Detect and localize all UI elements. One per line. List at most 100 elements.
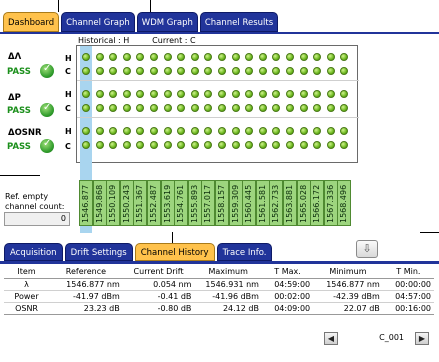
row-separator <box>77 80 359 81</box>
table-cell: 22.07 dB <box>313 302 383 315</box>
status-indicator <box>313 67 322 75</box>
table-header-row: Item Reference Current Drift Maximum T M… <box>4 266 434 279</box>
status-indicator <box>122 67 131 75</box>
legend-label: Historical : H Current : C <box>78 36 196 45</box>
table-cell: -41.97 dBm <box>49 290 123 303</box>
historical-label: Historical : H <box>78 36 130 45</box>
status-indicator <box>313 141 322 149</box>
status-indicator <box>326 53 335 61</box>
channel-item[interactable]: 1566.172 <box>310 180 325 226</box>
row-label-h: H <box>65 90 72 99</box>
ref-empty-count-field[interactable]: 0 <box>4 212 70 226</box>
status-indicator <box>245 67 254 75</box>
status-indicator <box>326 90 335 98</box>
channel-item[interactable]: 1557.017 <box>201 180 216 226</box>
status-indicator <box>136 90 145 98</box>
check-circle-icon <box>40 138 54 153</box>
table-cell: OSNR <box>4 302 50 315</box>
status-indicator <box>163 67 172 75</box>
channel-item[interactable]: 1555.893 <box>187 180 202 226</box>
status-indicator <box>109 141 118 149</box>
channel-wavelength-label: 1558.157 <box>217 184 226 223</box>
channel-wavelength-label: 1549.868 <box>94 184 104 223</box>
channel-item[interactable]: 1565.028 <box>296 180 311 226</box>
channel-item[interactable]: 1554.761 <box>174 180 189 226</box>
status-indicator <box>231 104 240 112</box>
status-indicator <box>245 90 254 98</box>
status-indicator <box>190 53 199 61</box>
tab-acquisition[interactable]: Acquisition <box>4 243 63 261</box>
channel-item[interactable]: 1558.157 <box>215 180 229 226</box>
status-indicator <box>340 127 349 135</box>
tab-channel-history[interactable]: Channel History <box>134 243 215 261</box>
top-bar: Dashboard Channel Graph WDM Graph Channe… <box>0 0 439 48</box>
channel-item[interactable]: 1563.881 <box>283 180 297 226</box>
table-row: Power -41.97 dBm -0.41 dB -41.96 dBm 00:… <box>4 290 434 303</box>
channel-history-table: Item Reference Current Drift Maximum T M… <box>4 266 434 315</box>
tab-drift-settings[interactable]: Drift Settings <box>64 243 133 261</box>
status-indicator <box>313 127 322 135</box>
channel-wavelength-label: 1550.243 <box>121 184 131 223</box>
status-indicator <box>272 104 281 112</box>
status-indicator <box>109 53 118 61</box>
status-indicator <box>163 141 172 149</box>
channel-item[interactable]: 1567.336 <box>323 180 338 226</box>
table-cell: -0.41 dB <box>122 290 195 303</box>
status-indicator <box>190 104 199 112</box>
status-indicator <box>82 104 90 112</box>
table-cell: -0.80 dB <box>122 302 195 315</box>
status-indicator <box>95 104 104 112</box>
status-indicator <box>218 90 226 98</box>
status-indicator <box>82 67 90 75</box>
status-indicator <box>245 104 254 112</box>
status-indicator <box>286 53 294 61</box>
column-header: T Min. <box>382 266 434 279</box>
table-cell: 04:59:00 <box>261 278 314 291</box>
scroll-down-button[interactable]: ⇩ <box>356 240 378 258</box>
channel-item[interactable]: 1559.309 <box>228 180 243 226</box>
tab-trace-info[interactable]: Trace Info. <box>216 243 273 261</box>
status-indicator <box>122 104 131 112</box>
tab-channel-graph[interactable]: Channel Graph <box>61 12 135 32</box>
table-cell: 0.054 nm <box>122 278 195 291</box>
channel-item[interactable]: 1549.868 <box>92 180 107 226</box>
column-header: Current Drift <box>122 266 195 279</box>
channel-wavelength-label: 1559.309 <box>230 184 240 223</box>
down-arrow-icon: ⇩ <box>362 242 372 255</box>
status-indicator <box>82 127 90 135</box>
status-indicator <box>136 127 145 135</box>
status-indicator <box>231 67 240 75</box>
channel-item[interactable]: 1552.487 <box>147 180 161 226</box>
metric-status-osnr: PASS <box>7 142 31 152</box>
leader-line <box>420 232 439 233</box>
channel-item[interactable]: 1553.619 <box>160 180 175 226</box>
ref-empty-line1: Ref. empty <box>5 192 49 201</box>
table-cell: 23.23 dB <box>49 302 123 315</box>
channel-item[interactable]: 1560.445 <box>242 180 257 226</box>
previous-button[interactable]: ◀ <box>324 332 338 345</box>
channel-item[interactable]: 1562.733 <box>269 180 284 226</box>
tab-wdm-graph[interactable]: WDM Graph <box>136 12 198 32</box>
channel-item[interactable]: 1546.877 <box>79 180 93 226</box>
channel-item[interactable]: 1550.109 <box>106 180 121 226</box>
row-label-c: C <box>65 142 71 151</box>
channel-wavelength-label: 1552.487 <box>149 184 158 223</box>
status-indicator <box>204 90 213 98</box>
status-indicator <box>258 127 267 135</box>
tab-dashboard[interactable]: Dashboard <box>3 12 60 32</box>
channel-item[interactable]: 1550.243 <box>119 180 134 226</box>
status-indicator <box>163 90 172 98</box>
status-indicator <box>163 127 172 135</box>
status-indicator <box>286 90 294 98</box>
tab-channel-results[interactable]: Channel Results <box>199 12 279 32</box>
channel-item[interactable]: 1551.367 <box>133 180 148 226</box>
status-indicator <box>163 104 172 112</box>
channel-item[interactable]: 1561.581 <box>255 180 270 226</box>
status-indicator <box>326 104 335 112</box>
status-indicator <box>122 53 131 61</box>
next-button[interactable]: ▶ <box>415 332 429 345</box>
indicator-row <box>77 89 359 99</box>
status-indicator <box>95 67 104 75</box>
channel-item[interactable]: 1568.496 <box>337 180 352 226</box>
status-indicator <box>190 67 199 75</box>
